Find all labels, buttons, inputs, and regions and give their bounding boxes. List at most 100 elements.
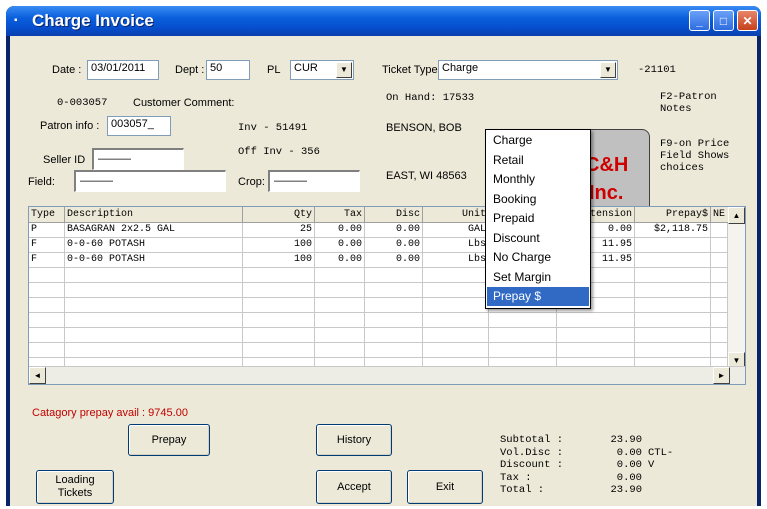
grid-cell-empty[interactable] xyxy=(243,313,315,328)
menu-item-prepaid[interactable]: Prepaid xyxy=(487,209,589,228)
scroll-up-icon[interactable]: ▲ xyxy=(728,207,745,224)
grid-horizontal-scrollbar[interactable]: ◄ ► xyxy=(29,366,745,384)
grid-cell[interactable]: 0.00 xyxy=(315,223,365,238)
history-button[interactable]: History xyxy=(316,424,392,456)
prepay-button[interactable]: Prepay xyxy=(128,424,210,456)
menu-item-no-charge[interactable]: No Charge xyxy=(487,248,589,267)
grid-cell-empty[interactable] xyxy=(423,343,489,358)
dept-field[interactable]: 50 xyxy=(206,60,250,80)
line-items-grid[interactable]: Type Description Qty Tax Disc Unit Exten… xyxy=(28,206,746,385)
patron-info-field[interactable]: 003057_ xyxy=(107,116,171,136)
grid-cell-empty[interactable] xyxy=(635,268,711,283)
crop-input[interactable]: ——— xyxy=(268,170,360,192)
menu-item-monthly[interactable]: Monthly xyxy=(487,170,589,189)
grid-cell-empty[interactable] xyxy=(365,268,423,283)
grid-cell-empty[interactable] xyxy=(365,328,423,343)
grid-cell-empty[interactable] xyxy=(489,328,557,343)
grid-cell-empty[interactable] xyxy=(243,283,315,298)
exit-button[interactable]: Exit xyxy=(407,470,483,504)
grid-cell[interactable]: 0.00 xyxy=(315,253,365,268)
grid-cell-empty[interactable] xyxy=(557,328,635,343)
ticket-type-select[interactable]: Charge ▼ xyxy=(438,60,618,80)
grid-cell-empty[interactable] xyxy=(423,298,489,313)
grid-cell-empty[interactable] xyxy=(29,298,65,313)
grid-cell[interactable]: 25 xyxy=(243,223,315,238)
grid-cell[interactable]: BASAGRAN 2x2.5 GAL xyxy=(65,223,243,238)
grid-cell-empty[interactable] xyxy=(315,283,365,298)
pl-select[interactable]: CUR ▼ xyxy=(290,60,354,80)
grid-cell[interactable]: Lbs xyxy=(423,238,489,253)
window-menu-icon[interactable]: ▪ xyxy=(14,15,26,27)
grid-cell-empty[interactable] xyxy=(315,298,365,313)
column-header-prepay[interactable]: Prepay$ xyxy=(635,207,711,223)
chevron-down-icon[interactable]: ▼ xyxy=(336,62,352,78)
column-header-unit[interactable]: Unit xyxy=(423,207,489,223)
grid-cell-empty[interactable] xyxy=(489,343,557,358)
seller-id-field[interactable]: ——— xyxy=(92,148,184,170)
grid-cell[interactable]: 100 xyxy=(243,253,315,268)
grid-cell-empty[interactable] xyxy=(243,343,315,358)
maximize-button[interactable]: □ xyxy=(713,10,734,31)
grid-cell[interactable]: 0-0-60 POTASH xyxy=(65,238,243,253)
field-input[interactable]: ——— xyxy=(74,170,226,192)
minimize-button[interactable]: _ xyxy=(689,10,710,31)
grid-cell-empty[interactable] xyxy=(315,268,365,283)
grid-cell-empty[interactable] xyxy=(423,328,489,343)
grid-cell-empty[interactable] xyxy=(489,313,557,328)
date-field[interactable]: 03/01/2011 xyxy=(87,60,159,80)
grid-cell[interactable]: 100 xyxy=(243,238,315,253)
grid-cell[interactable]: F xyxy=(29,253,65,268)
column-header-disc[interactable]: Disc xyxy=(365,207,423,223)
grid-cell-empty[interactable] xyxy=(635,283,711,298)
grid-cell-empty[interactable] xyxy=(315,343,365,358)
scroll-right-icon[interactable]: ► xyxy=(713,367,730,384)
chevron-down-icon[interactable]: ▼ xyxy=(600,62,616,78)
grid-cell-empty[interactable] xyxy=(423,268,489,283)
grid-cell[interactable]: 0-0-60 POTASH xyxy=(65,253,243,268)
grid-cell[interactable]: 0.00 xyxy=(365,238,423,253)
grid-cell[interactable]: F xyxy=(29,238,65,253)
grid-cell-empty[interactable] xyxy=(29,313,65,328)
grid-cell-empty[interactable] xyxy=(635,298,711,313)
grid-cell[interactable]: 0.00 xyxy=(365,253,423,268)
grid-cell-empty[interactable] xyxy=(29,268,65,283)
menu-item-set-margin[interactable]: Set Margin xyxy=(487,268,589,287)
grid-cell-empty[interactable] xyxy=(65,268,243,283)
grid-cell[interactable] xyxy=(635,238,711,253)
column-header-type[interactable]: Type xyxy=(29,207,65,223)
grid-cell[interactable] xyxy=(635,253,711,268)
grid-cell-empty[interactable] xyxy=(315,313,365,328)
grid-cell-empty[interactable] xyxy=(65,298,243,313)
grid-cell-empty[interactable] xyxy=(65,283,243,298)
grid-cell-empty[interactable] xyxy=(29,343,65,358)
grid-cell-empty[interactable] xyxy=(243,298,315,313)
grid-cell[interactable]: $2,118.75 xyxy=(635,223,711,238)
column-header-description[interactable]: Description xyxy=(65,207,243,223)
grid-cell-empty[interactable] xyxy=(315,328,365,343)
grid-cell-empty[interactable] xyxy=(365,298,423,313)
grid-cell-empty[interactable] xyxy=(635,343,711,358)
column-header-qty[interactable]: Qty xyxy=(243,207,315,223)
grid-cell-empty[interactable] xyxy=(365,313,423,328)
grid-cell-empty[interactable] xyxy=(635,313,711,328)
menu-item-charge[interactable]: Charge xyxy=(487,131,589,150)
grid-cell-empty[interactable] xyxy=(365,343,423,358)
grid-cell-empty[interactable] xyxy=(423,283,489,298)
menu-item-booking[interactable]: Booking xyxy=(487,190,589,209)
grid-cell-empty[interactable] xyxy=(557,343,635,358)
menu-item-prepay[interactable]: Prepay $ xyxy=(487,287,589,306)
grid-cell-empty[interactable] xyxy=(243,268,315,283)
loading-tickets-button[interactable]: Loading Tickets xyxy=(36,470,114,504)
grid-cell-empty[interactable] xyxy=(29,283,65,298)
close-button[interactable]: ✕ xyxy=(737,10,758,31)
column-header-tax[interactable]: Tax xyxy=(315,207,365,223)
grid-cell-empty[interactable] xyxy=(65,313,243,328)
scroll-left-icon[interactable]: ◄ xyxy=(29,367,46,384)
grid-cell[interactable]: P xyxy=(29,223,65,238)
grid-vertical-scrollbar[interactable]: ▲ ▼ xyxy=(727,207,745,369)
grid-cell[interactable]: 0.00 xyxy=(315,238,365,253)
grid-cell-empty[interactable] xyxy=(243,328,315,343)
grid-cell-empty[interactable] xyxy=(635,328,711,343)
accept-button[interactable]: Accept xyxy=(316,470,392,504)
grid-cell[interactable]: GAL xyxy=(423,223,489,238)
